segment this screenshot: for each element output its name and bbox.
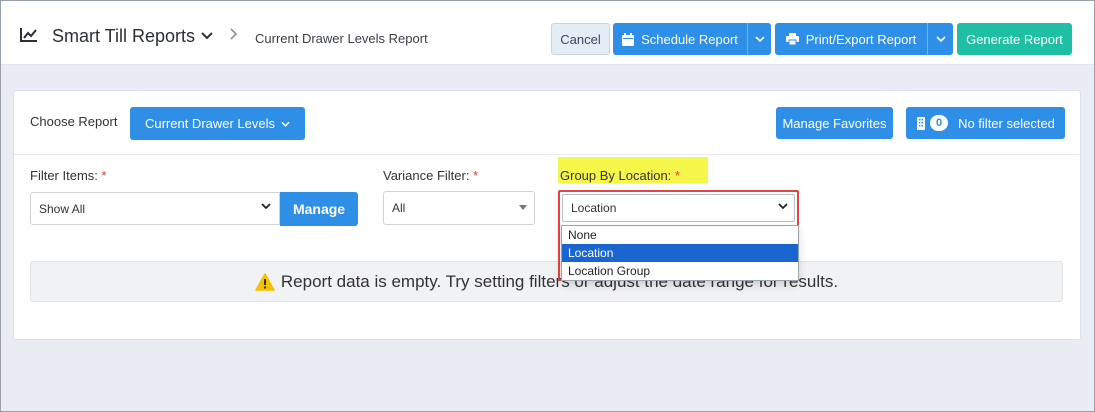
required-mark: * <box>674 168 680 183</box>
print-export-button[interactable]: Print/Export Report <box>775 23 927 55</box>
required-mark: * <box>473 168 479 183</box>
line-chart-icon <box>20 28 37 42</box>
filter-count-badge: 0 <box>930 115 949 131</box>
filter-items-select[interactable]: Show All <box>30 192 280 225</box>
divider <box>14 154 1080 155</box>
chevron-right-icon <box>230 28 238 40</box>
filter-status-button[interactable]: 0 No filter selected <box>906 107 1065 139</box>
report-card: Choose Report Current Drawer Levels Mana… <box>13 90 1081 340</box>
warning-icon <box>255 272 275 291</box>
printer-icon <box>785 33 799 45</box>
chevron-down-icon <box>281 121 290 127</box>
group-by-location-value: Location <box>571 201 617 215</box>
print-export-label: Print/Export Report <box>805 31 917 47</box>
filter-items-label: Filter Items: * <box>30 168 107 183</box>
breadcrumb: Current Drawer Levels Report <box>255 31 428 46</box>
choose-report-label: Choose Report <box>30 114 118 129</box>
report-select-button[interactable]: Current Drawer Levels <box>130 107 305 140</box>
variance-filter-label-text: Variance Filter: <box>383 168 470 183</box>
variance-filter-value: All <box>392 201 406 215</box>
top-bar: Smart Till Reports Current Drawer Levels… <box>1 1 1094 65</box>
group-by-location-dropdown: None Location Location Group <box>561 225 799 281</box>
schedule-report-dropdown[interactable] <box>747 23 771 55</box>
chevron-down-icon[interactable] <box>201 32 213 40</box>
chevron-down-icon <box>261 203 271 210</box>
group-by-location-label: Group By Location: * <box>560 168 680 183</box>
filter-status-label: No filter selected <box>958 115 1055 131</box>
empty-report-message: Report data is empty. Try setting filter… <box>30 261 1063 302</box>
manage-favorites-button[interactable]: Manage Favorites <box>776 107 893 139</box>
variance-filter-label: Variance Filter: * <box>383 168 478 183</box>
schedule-report-label: Schedule Report <box>641 31 738 47</box>
variance-filter-select[interactable]: All <box>383 191 535 225</box>
building-icon <box>917 116 926 130</box>
generate-report-button[interactable]: Generate Report <box>957 23 1072 55</box>
group-by-location-label-text: Group By Location: <box>560 168 672 183</box>
dropdown-option-location-group[interactable]: Location Group <box>562 262 798 280</box>
chevron-down-icon <box>935 36 946 42</box>
calendar-icon <box>622 32 635 46</box>
print-export-dropdown[interactable] <box>927 23 953 55</box>
chevron-down-icon <box>754 36 765 42</box>
filter-items-label-text: Filter Items: <box>30 168 98 183</box>
chevron-down-icon <box>778 203 788 210</box>
app-title[interactable]: Smart Till Reports <box>52 26 195 47</box>
dropdown-option-location[interactable]: Location <box>562 244 798 262</box>
schedule-report-button[interactable]: Schedule Report <box>613 23 747 55</box>
filter-items-value: Show All <box>39 201 86 216</box>
manage-button[interactable]: Manage <box>280 192 358 226</box>
report-select-label: Current Drawer Levels <box>144 116 276 131</box>
group-by-location-select[interactable]: Location <box>562 194 795 222</box>
cancel-button[interactable]: Cancel <box>551 23 610 55</box>
required-mark: * <box>101 168 107 183</box>
caret-down-icon <box>519 205 527 210</box>
app-window: Smart Till Reports Current Drawer Levels… <box>0 0 1095 412</box>
dropdown-option-none[interactable]: None <box>562 226 798 244</box>
